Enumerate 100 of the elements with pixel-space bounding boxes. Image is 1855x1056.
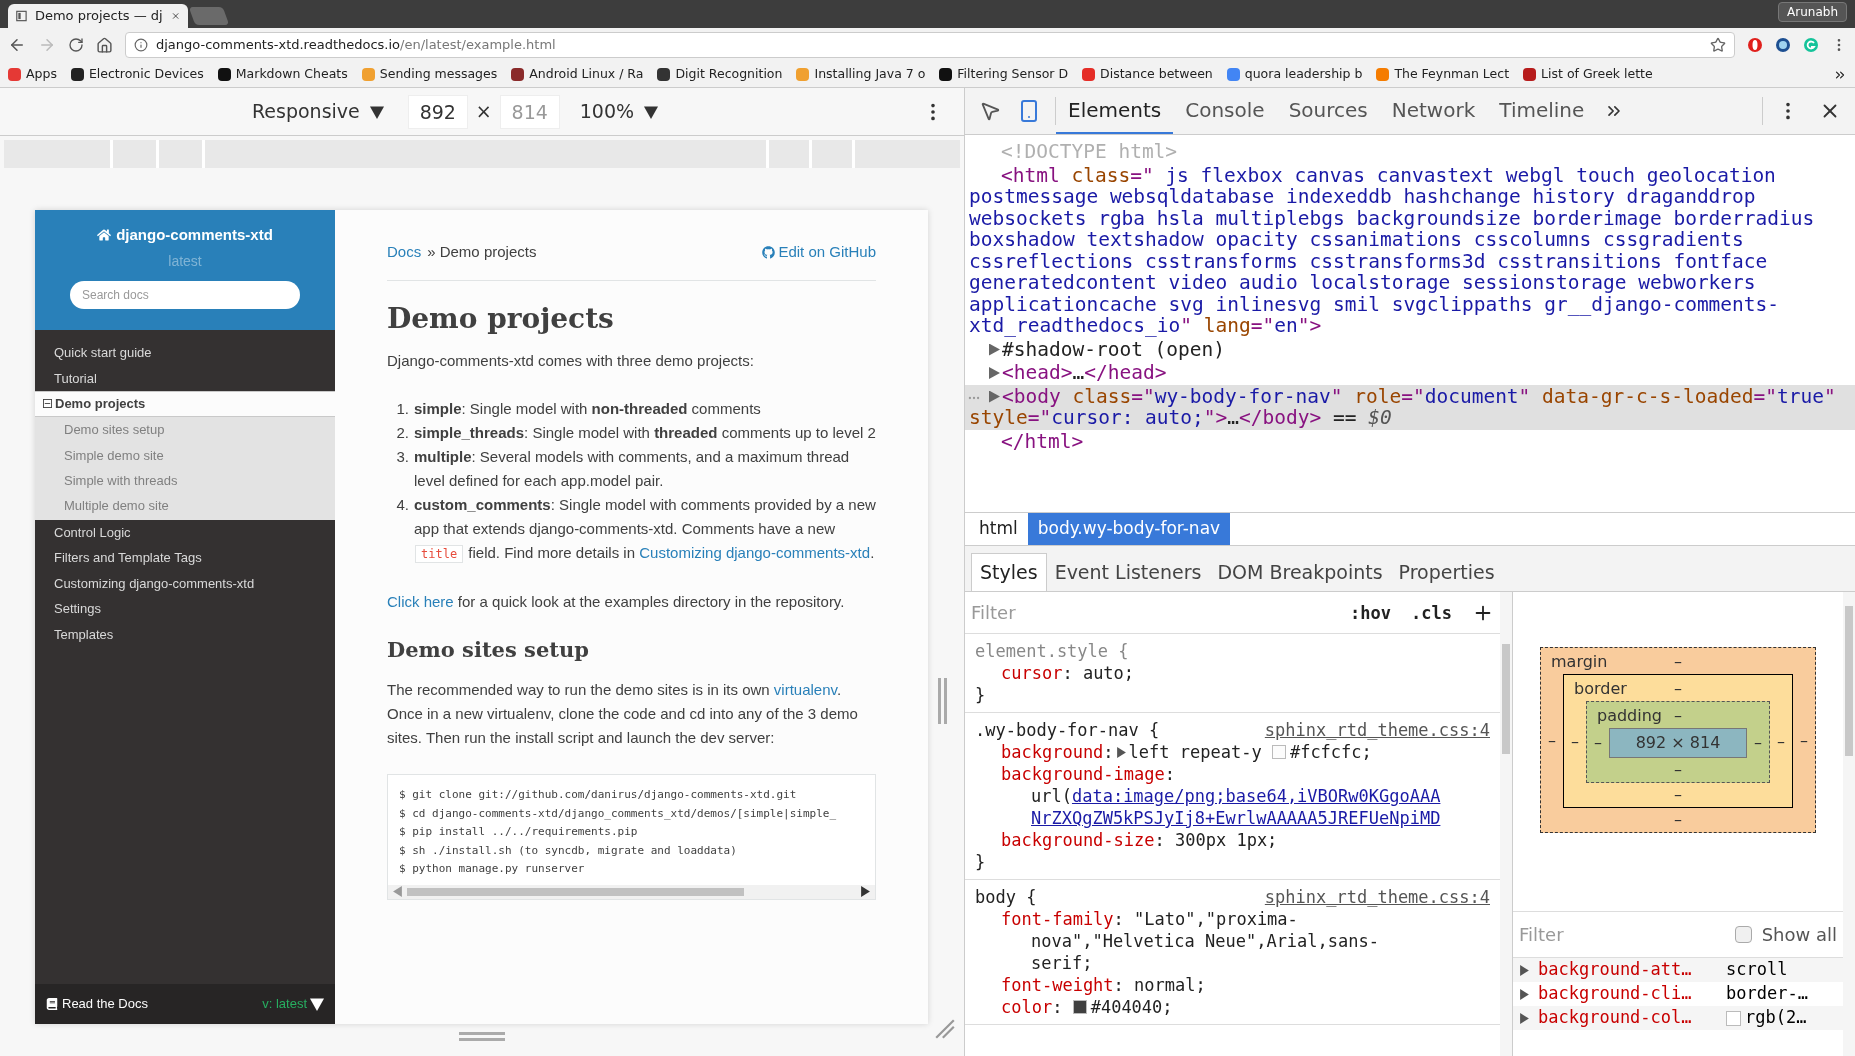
version-switcher[interactable]: v: latest xyxy=(262,994,324,1014)
link[interactable]: Click here xyxy=(387,593,454,610)
device-select[interactable]: Responsive xyxy=(252,97,384,126)
nav-item[interactable]: Filters and Template Tags xyxy=(35,545,335,571)
styles-tab[interactable]: Styles xyxy=(971,553,1047,591)
address-bar[interactable]: django-comments-xtd.readthedocs.io/en/latest/example.html xyxy=(125,32,1735,58)
info-icon[interactable] xyxy=(134,38,148,52)
bookmark[interactable]: Sending messages xyxy=(361,65,498,84)
devtools-tab[interactable]: Elements xyxy=(1056,88,1174,134)
breadcrumb-link[interactable]: Docs xyxy=(387,240,422,264)
css-selector: body { xyxy=(975,886,1037,908)
box-label: padding xyxy=(1597,705,1663,727)
resize-handle-icon[interactable] xyxy=(459,1032,505,1041)
dom-node[interactable]: <head>…</head> xyxy=(965,361,1855,385)
vertical-scrollbar[interactable] xyxy=(1500,592,1512,1056)
nav-item[interactable]: Quick start guide xyxy=(35,340,335,366)
search-field[interactable]: Search docs xyxy=(70,280,300,309)
property-name: color xyxy=(1001,996,1053,1018)
bookmark-star-icon[interactable] xyxy=(1710,37,1726,53)
nav-item[interactable]: Demo projects xyxy=(35,391,335,417)
code-line: $ python manage.py runserver xyxy=(399,861,586,877)
bookmark[interactable]: Electronic Devices xyxy=(70,65,204,84)
project-link[interactable]: django-comments-xtd xyxy=(97,224,273,247)
nav-item[interactable]: Settings xyxy=(35,596,335,622)
bookmark[interactable]: Installing Java 7 o xyxy=(796,65,926,84)
property-value: : auto; xyxy=(1062,662,1135,684)
resize-corner-icon[interactable] xyxy=(934,1018,956,1040)
dom-node[interactable]: <html class=" js flexbox canvas canvastext webgl touch geolocation postmessage websqldatabase indexeddb hashchange history draganddrop websockets rgba hsla multiplebgs backgroundsize borderimage borderradius boxshadow textshadow opacity cssanimations csscolumns cssgradients cssreflections csstransforms csstransforms3d csstransitions fontface generatedcontent video audio localstorage sessionstorage webworkers applicationcache svg inlinesvg smil svgclippaths gr__django-comments-xtd_readthedocs_io" lang="en"> xyxy=(965,163,1855,338)
show-all-checkbox[interactable] xyxy=(1734,926,1752,943)
paragraph: Click here for a quick look at the examples directory in the repository. xyxy=(387,592,846,612)
github-icon xyxy=(762,245,776,259)
reload-icon[interactable] xyxy=(68,37,84,53)
computed-filter-field[interactable]: Filter xyxy=(1519,921,1639,948)
circle-icon[interactable] xyxy=(1775,37,1791,53)
inspect-icon[interactable] xyxy=(979,100,1001,122)
devtools-tab[interactable]: Network xyxy=(1379,88,1488,134)
bookmark[interactable]: quora leadership b xyxy=(1226,65,1363,84)
bookmark[interactable]: Android Linux / Ra xyxy=(511,65,644,84)
bookmark[interactable]: Filtering Sensor D xyxy=(939,65,1069,84)
styles-tab[interactable]: Properties xyxy=(1390,553,1503,591)
horizontal-scrollbar[interactable] xyxy=(388,884,875,899)
breadcrumb-item[interactable]: body.wy-body-for-nav xyxy=(1027,513,1231,545)
bookmark[interactable]: List of Greek lette xyxy=(1523,65,1653,84)
link[interactable]: Customizing django-comments-xtd xyxy=(639,544,871,561)
o-circle-icon[interactable] xyxy=(1747,37,1763,53)
styles-filter-field[interactable]: Filter xyxy=(971,601,1331,624)
dom-node[interactable]: </html> xyxy=(965,429,1855,453)
resize-handle-icon[interactable] xyxy=(938,678,948,724)
bookmark[interactable]: Distance between xyxy=(1082,65,1213,84)
color-swatch[interactable] xyxy=(1072,1000,1087,1014)
color-swatch[interactable] xyxy=(1271,745,1286,759)
code-line: $ pip install ../../requirements.pip xyxy=(399,824,639,840)
dropdown-triangle-icon xyxy=(644,104,659,119)
url-link[interactable]: data:image/png;base64,iVBORw0KGgoAAA xyxy=(1071,785,1441,807)
styles-tab[interactable]: DOM Breakpoints xyxy=(1209,553,1391,591)
collapse-icon[interactable] xyxy=(43,399,52,409)
property-value: #fcfcfc; xyxy=(1289,741,1372,763)
box-value: – xyxy=(1674,810,1682,829)
property-name: background-cli… xyxy=(1538,982,1693,1006)
hover-state-toggle[interactable]: :hov xyxy=(1350,601,1392,624)
bookmark[interactable]: Apps xyxy=(8,65,57,84)
dom-node[interactable]: #shadow-root (open) xyxy=(965,337,1855,361)
nav-item[interactable]: Customizing django-comments-xtd xyxy=(35,570,335,597)
class-toggle[interactable]: .cls xyxy=(1411,601,1452,624)
url-link[interactable]: NrZXQgZW5kPSJyIj8+EwrlwAAAAA5JREFUeNpiMD xyxy=(1031,807,1441,829)
bookmark[interactable]: Markdown Cheats xyxy=(217,65,348,84)
list-item-text: multiple: Several models with comments, and a maximum thread level defined for each app.model pair. xyxy=(414,447,851,491)
link[interactable]: virtualenv xyxy=(773,681,837,698)
vertical-scrollbar[interactable] xyxy=(1843,592,1855,1056)
nav-item[interactable]: Tutorial xyxy=(35,365,335,391)
property-value: : xyxy=(1052,996,1064,1018)
edit-on-github-link[interactable]: Edit on GitHub xyxy=(762,240,876,264)
nav-item[interactable]: Control Logic xyxy=(35,519,335,546)
box-value: – xyxy=(1776,731,1786,753)
source-link[interactable]: sphinx_rtd_theme.css:4 xyxy=(1264,886,1490,908)
devtools-tab[interactable]: Timeline xyxy=(1487,88,1597,134)
width-field[interactable]: 892 xyxy=(407,94,468,129)
styles-tab[interactable]: Event Listeners xyxy=(1046,553,1210,591)
computed-property[interactable]: background-cli… border-… xyxy=(1513,982,1843,1006)
bookmark[interactable]: Digit Recognition xyxy=(657,65,783,84)
user-badge[interactable]: Arunabh xyxy=(1778,2,1847,22)
list-number: 1. xyxy=(395,399,409,419)
list-item-text: custom_comments: Single model with comments provided by a new app that extends django-comments-xtd. Comments have a new title field. Find more details in Customizing django-comments-xtd. xyxy=(414,495,876,565)
property-value: scroll xyxy=(1726,958,1788,982)
zoom-select[interactable]: 100% xyxy=(579,97,659,126)
paragraph: The recommended way to run the demo sites is in its own virtualenv. Once in a new virtualenv, clone the code and cd into any of the 3 demo sites. Then run the install script and launch the dev server: xyxy=(387,680,859,748)
source-link[interactable]: sphinx_rtd_theme.css:4 xyxy=(1264,719,1490,741)
nav-item[interactable]: Templates xyxy=(35,621,335,648)
scroll-left-icon xyxy=(392,886,403,897)
back-icon[interactable] xyxy=(8,36,26,54)
dom-node[interactable]: <body class="wy-body-for-nav" role="document" data-gr-c-s-loaded="true" style="cursor: auto;">…</body> == $0 xyxy=(965,384,1855,430)
expand-triangle-icon xyxy=(1519,964,1530,976)
devtools-tab[interactable]: Sources xyxy=(1276,88,1380,134)
devtools-tab[interactable]: Console xyxy=(1173,88,1277,134)
computed-property[interactable]: background-col… rgb(2… xyxy=(1513,1006,1843,1030)
computed-property[interactable]: background-att… scroll xyxy=(1513,958,1843,982)
browser-tab[interactable]: Demo projects — dj xyxy=(8,4,188,28)
bookmark[interactable]: The Feynman Lect xyxy=(1376,65,1510,84)
home-icon[interactable] xyxy=(96,36,113,54)
breadcrumb-item[interactable]: html xyxy=(969,513,1028,545)
